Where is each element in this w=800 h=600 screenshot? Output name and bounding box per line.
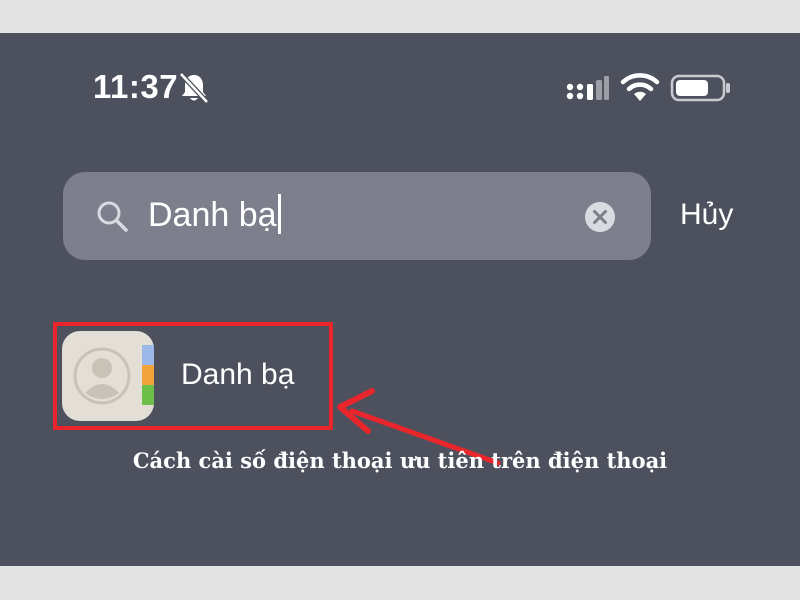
- text-caret: [277, 194, 281, 234]
- search-input[interactable]: Danh bạ: [148, 194, 281, 235]
- search-icon: [97, 201, 128, 232]
- wifi-icon: [620, 73, 660, 101]
- contacts-app-icon: [62, 331, 154, 421]
- status-time: 11:37: [93, 68, 179, 105]
- caption: Cách cài số điện thoại ưu tiên trên điện…: [132, 448, 668, 473]
- battery-icon: [670, 74, 730, 102]
- cellular-signal-icon: [566, 76, 609, 100]
- cancel-button[interactable]: Hủy: [680, 198, 733, 232]
- clear-icon[interactable]: [583, 200, 617, 234]
- phone-screen: 11:37 Danh bạ Hủy Danh bạ: [0, 33, 800, 566]
- search-query: Danh bạ: [148, 196, 277, 234]
- search-result-contacts[interactable]: Danh bạ: [53, 322, 333, 430]
- result-label: Danh bạ: [181, 358, 295, 391]
- bell-slash-icon: [179, 72, 209, 104]
- search-field[interactable]: Danh bạ: [63, 172, 651, 260]
